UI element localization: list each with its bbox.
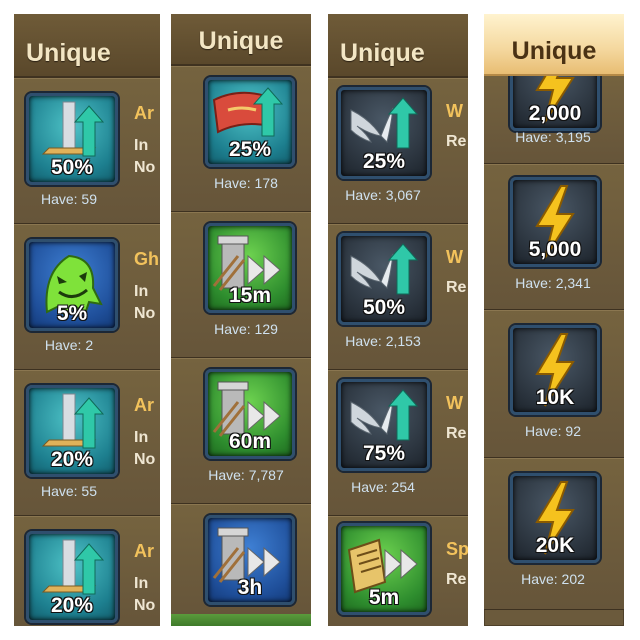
item-icon-box: 5m [338, 523, 430, 615]
panel-title: Unique [511, 37, 597, 65]
item-icon-box: 50% [26, 93, 118, 185]
item-have-count: Have: 7,787 [208, 467, 284, 483]
item-value: 60m [228, 430, 272, 453]
item-icon-box: 3h [205, 515, 295, 605]
item-value: 25% [228, 138, 272, 161]
item-value: 25% [362, 150, 406, 173]
item-name: Ar [134, 103, 155, 123]
item-desc-line-2: No [134, 305, 156, 322]
item-icon-box: 10K [510, 325, 600, 415]
item-name: W [446, 247, 463, 267]
item-desc-line-1: In [134, 283, 149, 300]
item-value: 20K [535, 534, 575, 557]
item-name: W [446, 393, 463, 413]
item-value: 50% [362, 296, 406, 319]
item-icon-box: 60m [205, 369, 295, 459]
item-have-count: Have: 92 [524, 423, 582, 439]
item-icon-box: 20% [26, 531, 118, 623]
item-have-count: Have: 55 [40, 483, 98, 499]
item-icon-box: 75% [338, 379, 430, 471]
list-item[interactable]: 25% Have: 3,067 W Re [328, 78, 468, 224]
item-value: 50% [50, 156, 94, 179]
item-icon-box: 5% [26, 239, 118, 331]
panel-title: Unique [26, 39, 111, 67]
list-item[interactable]: 20% Have: 55 Ar In No [14, 370, 160, 516]
list-item[interactable]: 2,000 Have: 3,195 [484, 41, 624, 164]
item-value: 5,000 [528, 238, 582, 261]
item-name: Sp [446, 539, 468, 559]
item-icon-box: 50% [338, 233, 430, 325]
item-desc-line-1: In [134, 575, 149, 592]
panel-header: Unique [14, 14, 160, 78]
panel-header: Unique [171, 14, 311, 66]
item-desc-line-2: No [134, 597, 156, 614]
item-desc-line-2: No [134, 159, 156, 176]
panel-title: Unique [198, 27, 284, 55]
item-desc-line-2: No [134, 451, 156, 468]
item-have-count: Have: 2,341 [515, 275, 591, 291]
item-panel-3: Unique 25% Have: 3,067 W Re 50% Have: 2,… [328, 14, 468, 626]
item-name: Ar [134, 541, 155, 561]
item-have-count: Have: 202 [521, 571, 585, 587]
list-item[interactable]: 75% Have: 254 W Re [328, 370, 468, 516]
item-name: Gh [134, 249, 159, 269]
panel-header: Unique [328, 14, 468, 78]
item-value: 2,000 [528, 102, 582, 125]
item-have-count: Have: 2 [44, 337, 94, 353]
list-item[interactable]: 15m Have: 129 [171, 212, 311, 358]
item-value: 20% [50, 594, 94, 617]
item-desc-line-1: Re [446, 571, 467, 588]
item-have-count: Have: 59 [40, 191, 98, 207]
item-have-count: Have: 178 [214, 175, 278, 191]
list-item[interactable]: 10K Have: 92 [484, 310, 624, 458]
list-item[interactable]: 50% Have: 2,153 W Re [328, 224, 468, 370]
list-item[interactable]: 60m Have: 7,787 [171, 358, 311, 504]
list-item[interactable]: 25% Have: 178 [171, 66, 311, 212]
item-panel-2: Unique 25% Have: 178 15m Have: 129 60m H… [171, 14, 311, 626]
item-have-count: Have: 2,153 [345, 333, 421, 349]
item-desc-line-1: Re [446, 425, 467, 442]
item-value: 5m [368, 586, 400, 609]
item-icon-box: 20K [510, 473, 600, 563]
item-name: Ar [134, 395, 155, 415]
item-desc-line-1: Re [446, 133, 467, 150]
list-item[interactable]: 5,000 Have: 2,341 [484, 164, 624, 310]
item-desc-line-1: In [134, 429, 149, 446]
panel-bottom-bar [171, 614, 311, 626]
item-panel-1: Unique 50% Have: 59 Ar In No 5% Have: 2 … [14, 14, 160, 626]
item-panel-4: 2,000 Have: 3,195 5,000 Have: 2,341 10K … [484, 14, 624, 626]
item-icon-box: 5,000 [510, 177, 600, 267]
item-have-count: Have: 3,195 [515, 129, 591, 145]
item-value: 5% [56, 302, 88, 325]
item-icon-box: 15m [205, 223, 295, 313]
list-item[interactable]: 5% Have: 2 Gh In No [14, 224, 160, 370]
panel-header: Unique [484, 14, 624, 76]
list-item[interactable]: 5m Sp Re [328, 516, 468, 626]
item-value: 10K [535, 386, 575, 409]
item-value: 15m [228, 284, 272, 307]
panel-title: Unique [340, 39, 425, 67]
item-icon-box: 25% [338, 87, 430, 179]
item-icon-box: 25% [205, 77, 295, 167]
list-item[interactable]: 50% Have: 59 Ar In No [14, 78, 160, 224]
list-item[interactable]: 20% Ar In No [14, 516, 160, 626]
item-name: W [446, 101, 463, 121]
item-icon-box: 20% [26, 385, 118, 477]
item-have-count: Have: 3,067 [345, 187, 421, 203]
item-have-count: Have: 129 [214, 321, 278, 337]
list-item[interactable]: 20K Have: 202 [484, 458, 624, 610]
list-item[interactable]: 3h [171, 504, 311, 616]
item-value: 75% [362, 442, 406, 465]
item-value: 3h [237, 576, 263, 599]
item-desc-line-1: In [134, 137, 149, 154]
item-value: 20% [50, 448, 94, 471]
item-have-count: Have: 254 [351, 479, 415, 495]
item-desc-line-1: Re [446, 279, 467, 296]
